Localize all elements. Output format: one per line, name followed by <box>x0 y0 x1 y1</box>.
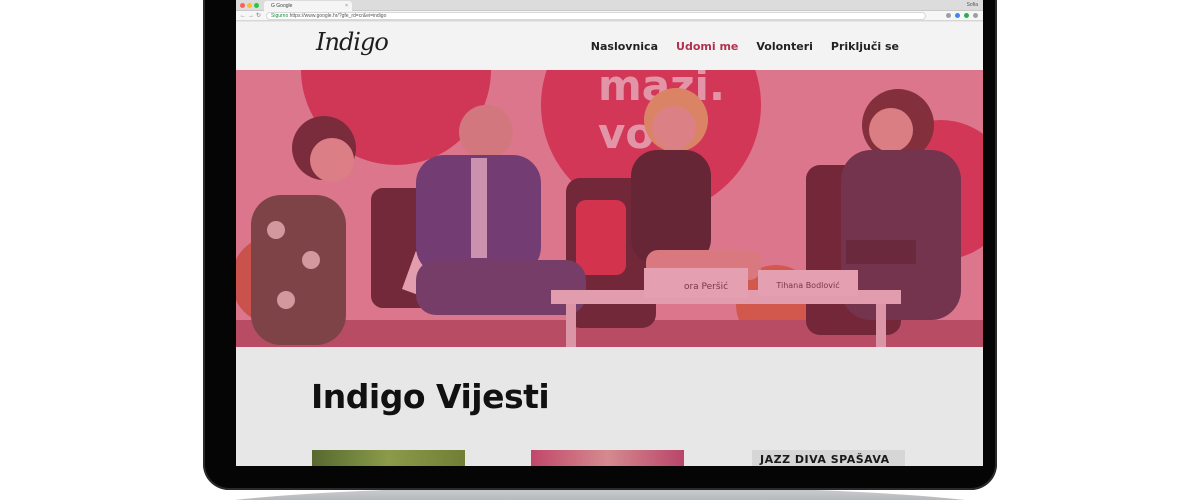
address-bar[interactable]: Sigurno https://www.google.hr/?gfe_rd=cr… <box>266 12 926 20</box>
extension-icon[interactable] <box>964 13 969 18</box>
nav-item-udomi-me[interactable]: Udomi me <box>676 40 738 53</box>
browser-user-label[interactable]: Sofia <box>967 2 978 8</box>
bookmark-star-icon[interactable] <box>946 13 951 18</box>
news-thumbnail-2[interactable] <box>531 450 684 466</box>
browser-tab-bar: G Google × Sofia <box>236 0 983 11</box>
news-thumbnail-3[interactable]: JAZZ DIVA SPAŠAVA <box>752 450 905 466</box>
news-thumbnail-3-headline: JAZZ DIVA SPAŠAVA <box>760 453 890 466</box>
nav-item-prikljuci-se[interactable]: Priključi se <box>831 40 899 53</box>
address-url: https://www.google.hr/?gfe_rd=cr&ei=indi… <box>289 13 387 19</box>
news-thumbnail-1[interactable] <box>312 450 465 466</box>
news-heading: Indigo Vijesti <box>311 377 550 416</box>
browser-tab[interactable]: G Google × <box>264 1 352 11</box>
secure-label: Sigurno <box>271 13 289 19</box>
tab-close-icon[interactable]: × <box>345 3 348 9</box>
back-arrow-icon[interactable]: ← <box>240 12 246 20</box>
browser-toolbar: ← → ↻ Sigurno https://www.google.hr/?gfe… <box>236 11 983 21</box>
site-header: Indigo Naslovnica Udomi me Volonteri Pri… <box>236 22 983 70</box>
extension-icons <box>946 13 978 18</box>
forward-arrow-icon[interactable]: → <box>248 12 254 20</box>
hero-overlay <box>236 70 983 347</box>
window-maximize-icon[interactable] <box>254 3 259 8</box>
hero-banner: mazi. vo ora Peršić Tihana Bodlović <box>236 70 983 347</box>
browser-tab-title: G Google <box>271 3 293 9</box>
menu-dots-icon[interactable] <box>973 13 978 18</box>
nav-item-volonteri[interactable]: Volonteri <box>756 40 813 53</box>
laptop-screen: G Google × Sofia ← → ↻ Sigurno https://w… <box>236 0 983 466</box>
window-minimize-icon[interactable] <box>247 3 252 8</box>
main-nav: Naslovnica Udomi me Volonteri Priključi … <box>591 40 899 53</box>
site-logo[interactable]: Indigo <box>316 28 389 56</box>
nav-item-naslovnica[interactable]: Naslovnica <box>591 40 658 53</box>
extension-icon[interactable] <box>955 13 960 18</box>
window-close-icon[interactable] <box>240 3 245 8</box>
reload-icon[interactable]: ↻ <box>256 12 261 20</box>
news-section: Indigo Vijesti JAZZ DIVA SPAŠAVA <box>236 347 983 466</box>
